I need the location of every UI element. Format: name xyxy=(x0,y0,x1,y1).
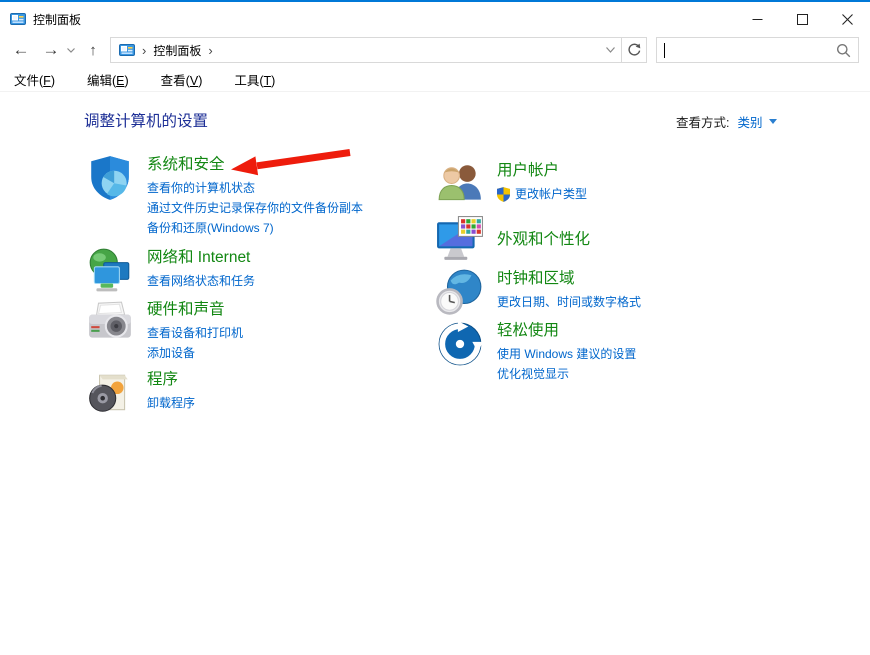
task-link-uninstall-program[interactable]: 卸载程序 xyxy=(147,393,195,413)
close-button[interactable] xyxy=(825,4,870,34)
page-title: 调整计算机的设置 xyxy=(84,109,208,131)
task-link-view-computer-status[interactable]: 查看你的计算机状态 xyxy=(147,178,255,198)
minimize-button[interactable] xyxy=(735,4,780,34)
forward-icon: → xyxy=(43,40,60,60)
category-title-ease-of-access[interactable]: 轻松使用 xyxy=(497,320,559,341)
uac-shield-icon xyxy=(497,187,510,202)
category-title-hardware-sound[interactable]: 硬件和声音 xyxy=(147,299,225,320)
task-link-change-account-type[interactable]: 更改帐户类型 xyxy=(497,184,587,204)
refresh-button[interactable] xyxy=(621,38,646,62)
clock-globe-icon[interactable] xyxy=(436,268,484,316)
task-link-optimize-visual-display[interactable]: 优化视觉显示 xyxy=(497,364,569,384)
category-title-system-security[interactable]: 系统和安全 xyxy=(147,154,225,175)
refresh-icon xyxy=(627,43,641,57)
search-input[interactable] xyxy=(665,43,836,57)
category-title-network-internet[interactable]: 网络和 Internet xyxy=(147,247,250,268)
breadcrumb: › 控制面板 › xyxy=(111,38,599,62)
task-link-change-date-time-format[interactable]: 更改日期、时间或数字格式 xyxy=(497,292,641,312)
view-by-dropdown[interactable]: 类别 xyxy=(737,112,776,131)
window-title: 控制面板 xyxy=(33,11,81,28)
control-panel-icon xyxy=(10,11,26,27)
category-system-security: 系统和安全 查看你的计算机状态 通过文件历史记录保存你的文件备份副本 备份和还原… xyxy=(86,154,363,238)
up-button[interactable]: ↑ xyxy=(80,36,106,64)
category-user-accounts: 用户帐户 更改帐户类型 xyxy=(436,160,587,208)
minimize-icon xyxy=(752,14,763,25)
control-panel-window: 控制面板 ← → ↑ xyxy=(0,0,870,655)
category-ease-of-access: 轻松使用 使用 Windows 建议的设置 优化视觉显示 xyxy=(436,320,636,384)
forward-button[interactable]: → xyxy=(38,36,64,64)
appearance-monitor-palette-icon[interactable] xyxy=(436,215,484,263)
menu-bar: 文件(F) 编辑(E) 查看(V) 工具(T) xyxy=(0,68,870,92)
category-network-internet: 网络和 Internet 查看网络状态和任务 xyxy=(86,247,255,295)
menu-view[interactable]: 查看(V) xyxy=(157,68,207,91)
control-panel-icon xyxy=(119,42,135,58)
category-hardware-sound: 硬件和声音 查看设备和打印机 添加设备 xyxy=(86,299,243,363)
view-by-label: 查看方式: xyxy=(676,112,729,131)
breadcrumb-item-control-panel[interactable]: 控制面板 xyxy=(153,42,201,59)
category-programs: 程序 卸载程序 xyxy=(86,369,195,417)
titlebar: 控制面板 xyxy=(0,4,870,34)
user-accounts-people-icon[interactable] xyxy=(436,160,484,208)
recent-pages-button[interactable] xyxy=(62,36,80,64)
address-bar[interactable]: › 控制面板 › xyxy=(110,37,647,63)
window-controls xyxy=(735,4,870,34)
menu-file[interactable]: 文件(F) xyxy=(10,68,59,91)
chevron-down-icon xyxy=(67,48,75,53)
breadcrumb-separator[interactable]: › xyxy=(208,43,212,58)
close-icon xyxy=(842,14,853,25)
back-button[interactable]: ← xyxy=(8,36,34,64)
task-link-add-device[interactable]: 添加设备 xyxy=(147,343,195,363)
up-icon: ↑ xyxy=(89,42,97,59)
task-link-view-network-status[interactable]: 查看网络状态和任务 xyxy=(147,271,255,291)
task-link-windows-suggested-settings[interactable]: 使用 Windows 建议的设置 xyxy=(497,344,636,364)
task-link-view-devices-printers[interactable]: 查看设备和打印机 xyxy=(147,323,243,343)
dropdown-caret-icon xyxy=(769,119,777,124)
ease-of-access-icon[interactable] xyxy=(436,320,484,368)
category-appearance-personalization: 外观和个性化 xyxy=(436,215,590,263)
menu-edit[interactable]: 编辑(E) xyxy=(83,68,133,91)
menu-tools[interactable]: 工具(T) xyxy=(230,68,279,91)
network-globe-monitors-icon[interactable] xyxy=(86,247,134,295)
maximize-icon xyxy=(797,14,808,25)
maximize-button[interactable] xyxy=(780,4,825,34)
search-box xyxy=(656,37,859,63)
category-title-appearance-personalization[interactable]: 外观和个性化 xyxy=(497,229,590,250)
task-link-backup-restore-win7[interactable]: 备份和还原(Windows 7) xyxy=(147,218,274,238)
category-title-programs[interactable]: 程序 xyxy=(147,369,178,390)
category-title-clock-region[interactable]: 时钟和区域 xyxy=(497,268,575,289)
navigation-toolbar: ← → ↑ › 控制面板 › xyxy=(0,36,870,66)
category-clock-region: 时钟和区域 更改日期、时间或数字格式 xyxy=(436,268,641,316)
system-security-shield-icon[interactable] xyxy=(86,154,134,202)
view-by-control: 查看方式: 类别 xyxy=(676,112,777,131)
back-icon: ← xyxy=(13,40,30,60)
address-dropdown-button[interactable] xyxy=(599,38,621,62)
category-title-user-accounts[interactable]: 用户帐户 xyxy=(497,160,559,181)
chevron-down-icon xyxy=(606,47,615,53)
search-icon xyxy=(836,43,851,58)
programs-cd-box-icon[interactable] xyxy=(86,369,134,417)
printer-speaker-icon[interactable] xyxy=(86,299,134,347)
breadcrumb-separator: › xyxy=(142,43,146,58)
task-link-file-history-backup[interactable]: 通过文件历史记录保存你的文件备份副本 xyxy=(147,198,363,218)
